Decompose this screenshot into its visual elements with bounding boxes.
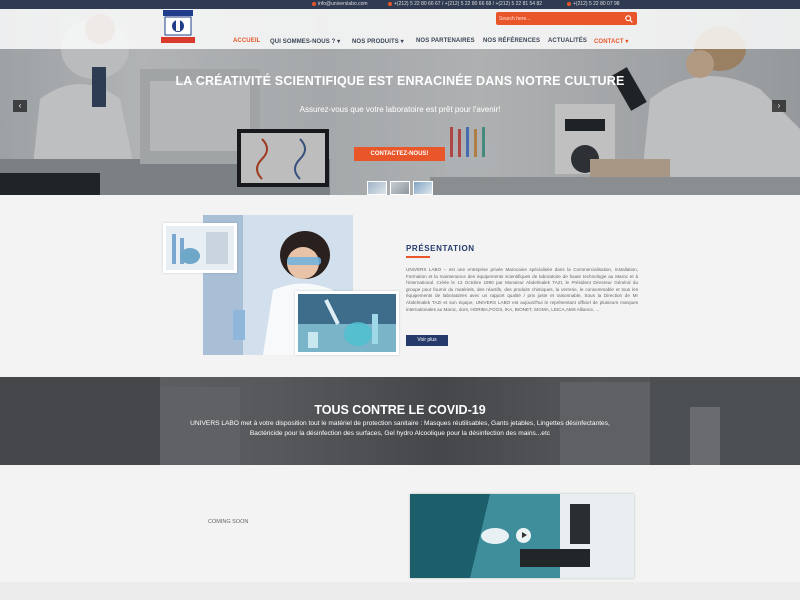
hero-title: LA CRÉATIVITÉ SCIENTIFIQUE EST ENRACINÉE… [175, 74, 625, 88]
voir-plus-button[interactable]: Voir plus [406, 335, 448, 346]
covid-text: UNIVERS LABO met à votre disposition tou… [190, 420, 610, 437]
presentation-text: UNIVERS LABO – est une entreprise privée… [406, 267, 638, 312]
hero-subtitle: Assurez-vous que votre laboratoire est p… [299, 105, 501, 114]
title-underline [406, 256, 430, 258]
video-thumbnail[interactable] [410, 494, 634, 578]
covid-banner: TOUS CONTRE LE COVID-19 UNIVERS LABO met… [0, 377, 800, 465]
email-link[interactable]: info@universlabo.com [312, 1, 368, 7]
nav-qui-sommes-nous[interactable]: QUI SOMMES-NOUS ? ▾ [270, 38, 340, 45]
nav-nos-partenaires[interactable]: NOS PARTENAIRES [416, 38, 475, 44]
phone-numbers: +(212) 5 22 80 66 67 / +(212) 5 22 80 66… [388, 1, 542, 7]
slide-thumb-1[interactable] [367, 181, 387, 195]
chevron-down-icon: ▾ [400, 39, 404, 45]
slider-prev-icon[interactable]: ‹ [13, 100, 27, 112]
search-input[interactable] [499, 14, 617, 23]
nav-nos-references[interactable]: NOS RÉFÉRENCES [483, 38, 540, 44]
slide-thumb-2[interactable] [390, 181, 410, 195]
play-icon[interactable] [516, 528, 531, 543]
phone-icon [388, 1, 392, 6]
presentation-title: PRÉSENTATION [406, 244, 475, 253]
nav-nos-produits[interactable]: NOS PRODUITS ▾ [352, 38, 404, 45]
email-icon [312, 1, 316, 6]
lab-equipment-image [163, 223, 237, 273]
slider-next-icon[interactable]: › [772, 100, 786, 112]
fax-icon [567, 1, 571, 6]
nav-actualites[interactable]: ACTUALITÉS [548, 38, 587, 44]
univers-labo-logo[interactable] [157, 10, 199, 46]
covid-title: TOUS CONTRE LE COVID-19 [314, 403, 486, 417]
search-box [496, 12, 637, 25]
contact-us-button[interactable]: CONTACTEZ-NOUS! [354, 147, 445, 161]
site-header: ACCUEIL QUI SOMMES-NOUS ? ▾ NOS PRODUITS… [0, 9, 800, 49]
slide-thumb-3[interactable] [413, 181, 433, 195]
bottom-section: COMING SOON [0, 465, 800, 600]
lab-glassware-image [295, 291, 399, 355]
top-contact-bar: info@universlabo.com +(212) 5 22 80 66 6… [0, 0, 800, 9]
chevron-down-icon: ▾ [625, 39, 629, 45]
nav-contact[interactable]: CONTACT ▾ [594, 38, 629, 45]
nav-accueil[interactable]: ACCUEIL [233, 38, 260, 44]
fax-number: +(212) 5 22 80 07 98 [567, 1, 620, 7]
coming-soon-text: COMING SOON [208, 519, 249, 525]
presentation-section: PRÉSENTATION UNIVERS LABO – est une entr… [0, 195, 800, 377]
footer-strip [0, 582, 800, 600]
chevron-down-icon: ▾ [337, 39, 341, 45]
search-icon[interactable] [623, 13, 635, 24]
